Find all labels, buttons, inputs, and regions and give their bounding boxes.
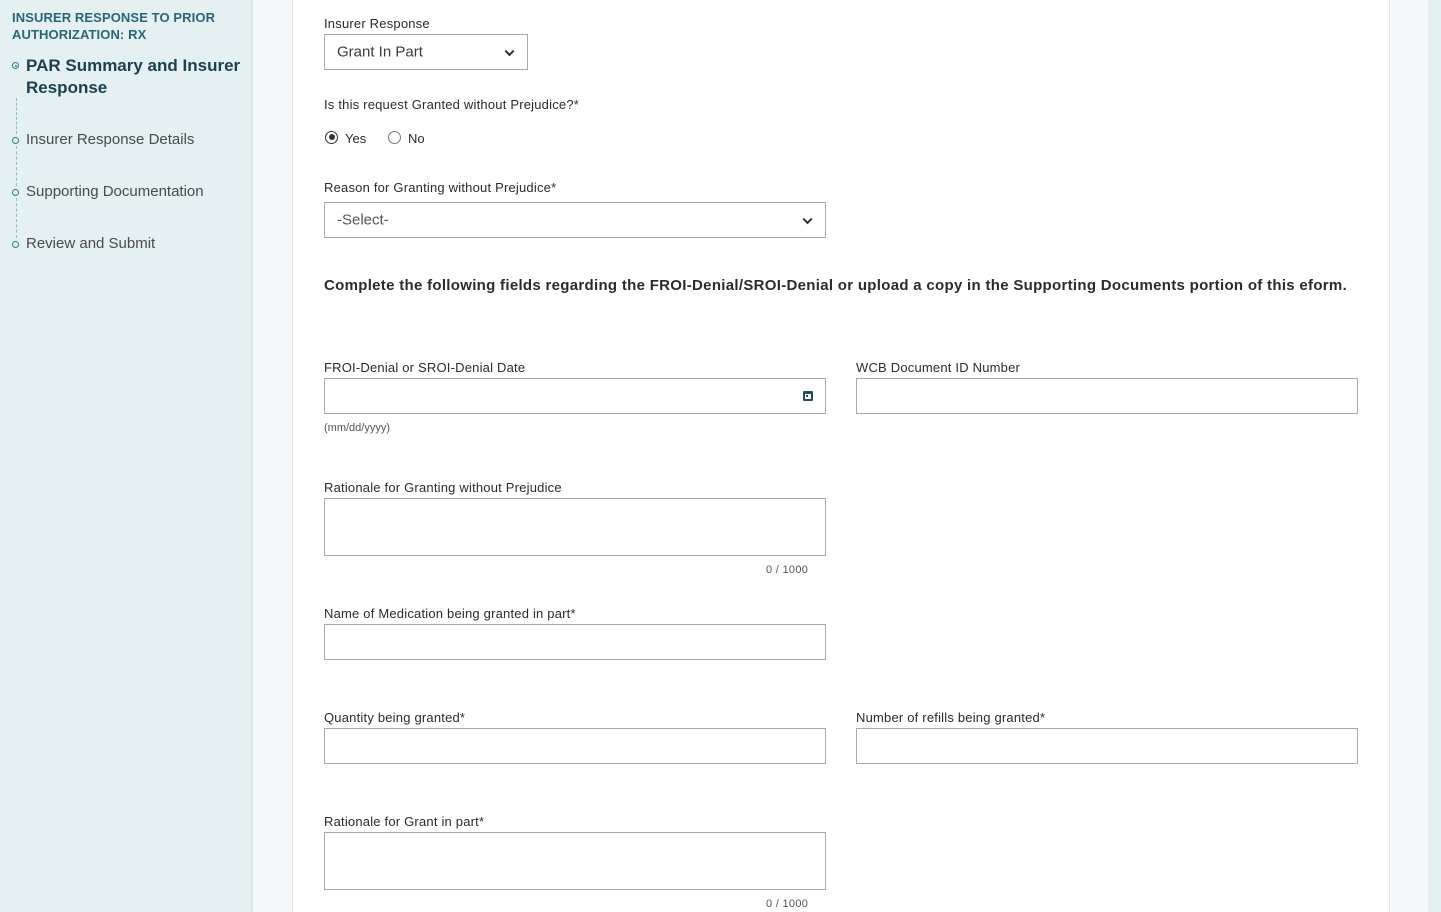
radio-yes-label: Yes bbox=[345, 131, 367, 146]
instruction-text: Complete the following fields regarding … bbox=[324, 277, 1348, 294]
wcb-doc-id-label: WCB Document ID Number bbox=[856, 360, 1021, 375]
calendar-icon[interactable] bbox=[803, 391, 813, 401]
right-gutter bbox=[1428, 0, 1441, 912]
insurer-response-value: Grant In Part bbox=[337, 43, 423, 61]
denial-date-label: FROI-Denial or SROI-Denial Date bbox=[324, 360, 526, 375]
step-circle-icon bbox=[12, 189, 19, 196]
refills-label: Number of refills being granted* bbox=[856, 710, 1046, 725]
character-counter: 0 / 1000 bbox=[766, 898, 809, 910]
sidebar: INSURER RESPONSE TO PRIOR AUTHORIZATION:… bbox=[0, 0, 252, 912]
wcb-doc-id-input[interactable] bbox=[856, 378, 1358, 414]
date-format-hint: (mm/dd/yyyy) bbox=[324, 422, 390, 434]
sidebar-step-label: Supporting Documentation bbox=[26, 183, 204, 200]
step-connector bbox=[16, 146, 17, 186]
chevron-down-icon bbox=[802, 214, 813, 225]
refills-input[interactable] bbox=[856, 728, 1358, 764]
denial-date-input[interactable] bbox=[324, 378, 826, 414]
step-connector bbox=[16, 98, 17, 134]
radio-no[interactable]: No bbox=[388, 128, 425, 146]
step-circle-icon bbox=[12, 137, 19, 144]
insurer-response-label: Insurer Response bbox=[324, 16, 430, 31]
medication-name-label: Name of Medication being granted in part… bbox=[324, 606, 576, 621]
sidebar-step-label: Insurer Response Details bbox=[26, 131, 195, 148]
sidebar-step-label: PAR Summary and Insurer Response bbox=[26, 56, 241, 97]
insurer-response-select[interactable]: Grant In Part bbox=[324, 34, 528, 70]
granted-without-prejudice-label: Is this request Granted without Prejudic… bbox=[324, 97, 580, 112]
reason-granting-placeholder: -Select- bbox=[337, 211, 389, 229]
step-circle-icon bbox=[12, 62, 19, 69]
rationale-grant-in-part-label: Rationale for Grant in part* bbox=[324, 814, 485, 829]
medication-name-input[interactable] bbox=[324, 624, 826, 660]
rationale-without-prejudice-label: Rationale for Granting without Prejudice bbox=[324, 480, 562, 495]
chevron-down-icon bbox=[504, 46, 515, 57]
reason-granting-label: Reason for Granting without Prejudice* bbox=[324, 180, 557, 195]
radio-yes[interactable]: Yes bbox=[325, 128, 366, 146]
quantity-input[interactable] bbox=[324, 728, 826, 764]
rationale-grant-in-part-textarea[interactable] bbox=[324, 832, 826, 890]
radio-yes-input[interactable] bbox=[325, 130, 338, 144]
quantity-label: Quantity being granted* bbox=[324, 710, 466, 725]
form-card bbox=[292, 0, 1390, 912]
character-counter: 0 / 1000 bbox=[766, 564, 809, 576]
sidebar-title: INSURER RESPONSE TO PRIOR AUTHORIZATION:… bbox=[12, 10, 216, 42]
step-circle-icon bbox=[12, 241, 19, 248]
radio-no-label: No bbox=[408, 131, 425, 146]
sidebar-step-label: Review and Submit bbox=[26, 235, 156, 252]
reason-granting-select[interactable]: -Select- bbox=[324, 202, 826, 238]
step-connector bbox=[16, 198, 17, 238]
radio-no-input[interactable] bbox=[388, 130, 401, 144]
rationale-without-prejudice-textarea[interactable] bbox=[324, 498, 826, 556]
